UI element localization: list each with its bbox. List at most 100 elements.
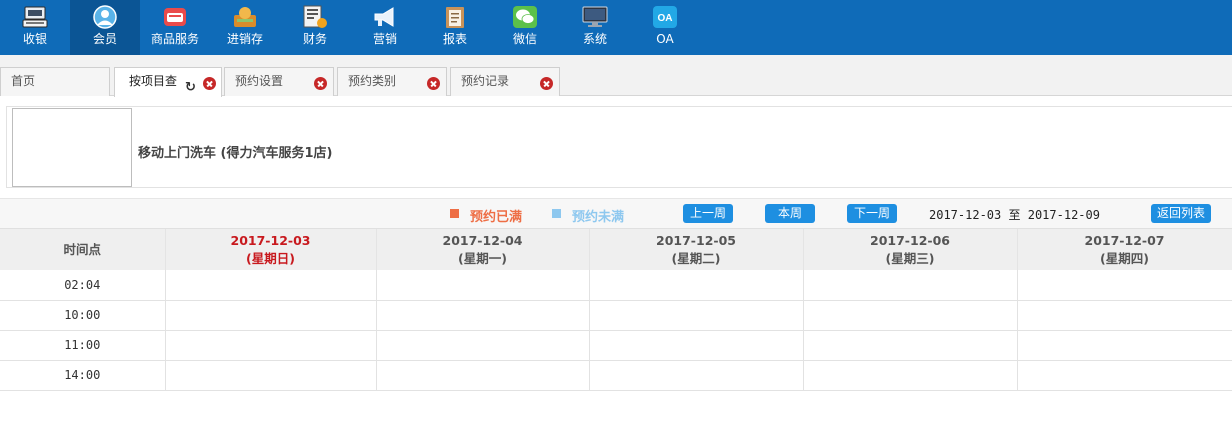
booking-slot[interactable] <box>376 300 590 331</box>
range-separator: 至 <box>1008 208 1021 222</box>
booking-slot[interactable] <box>589 330 804 361</box>
nav-item-cashier[interactable]: 收银 <box>0 0 70 55</box>
tab-label: 预约类别 <box>348 74 397 88</box>
prev-week-button[interactable]: 上一周 <box>683 204 733 223</box>
svg-text:OA: OA <box>658 13 673 24</box>
time-cell: 11:00 <box>0 330 166 361</box>
booking-slot[interactable] <box>165 300 377 331</box>
table-row: 10:00 <box>0 300 1232 331</box>
service-info: 移动上门洗车 (得力汽车服务1店) <box>6 106 1232 188</box>
monitor-icon <box>582 5 608 29</box>
finance-icon <box>302 5 328 29</box>
service-name: 移动上门洗车 (得力汽车服务1店) <box>138 146 333 161</box>
booking-slot[interactable] <box>165 270 377 301</box>
booking-slot[interactable] <box>1017 360 1232 391</box>
nav-label: 微信 <box>512 32 537 46</box>
booking-slot[interactable] <box>1017 300 1232 331</box>
next-week-button[interactable]: 下一周 <box>847 204 897 223</box>
nav-label: 系统 <box>582 32 607 46</box>
booking-slot[interactable] <box>1017 270 1232 301</box>
service-thumbnail <box>12 108 132 187</box>
booking-slot[interactable] <box>803 330 1018 361</box>
legend-full-label: 预约已满 <box>470 210 523 225</box>
day-header: 2017-12-03 (星期日) <box>165 229 377 270</box>
schedule-toolbar: 预约已满 预约未满 上一周 本周 下一周 2017-12-03 至 2017-1… <box>0 198 1232 229</box>
table-header-row: 时间点 2017-12-03 (星期日) 2017-12-04 (星期一) 20… <box>0 229 1232 270</box>
date-range: 2017-12-03 至 2017-12-09 <box>929 206 1100 223</box>
time-column-header: 时间点 <box>0 229 166 270</box>
oa-icon: OA <box>652 5 678 29</box>
back-to-list-button[interactable]: 返回列表 <box>1151 204 1211 223</box>
tab-booking-category[interactable]: 预约类别 <box>337 67 447 96</box>
booking-slot[interactable] <box>589 270 804 301</box>
top-nav: 收银 会员 商品服务 进销存 财务 营销 报表 微信 系统 OA OA <box>0 0 1232 55</box>
booking-slot[interactable] <box>803 300 1018 331</box>
booking-slot[interactable] <box>376 360 590 391</box>
day-weekday: (星期日) <box>246 250 295 266</box>
booking-slot[interactable] <box>803 360 1018 391</box>
report-icon <box>442 5 468 29</box>
table-row: 02:04 <box>0 270 1232 301</box>
day-date: 2017-12-05 <box>656 232 736 248</box>
nav-item-system[interactable]: 系统 <box>560 0 630 55</box>
time-cell: 02:04 <box>0 270 166 301</box>
member-icon <box>92 5 118 29</box>
booking-slot[interactable] <box>376 270 590 301</box>
nav-label: 收银 <box>22 32 47 46</box>
booking-slot[interactable] <box>1017 330 1232 361</box>
day-header: 2017-12-06 (星期三) <box>803 229 1018 270</box>
time-cell: 10:00 <box>0 300 166 331</box>
nav-label: 营销 <box>372 32 397 46</box>
close-icon[interactable] <box>314 77 327 90</box>
nav-item-inventory[interactable]: 进销存 <box>210 0 280 55</box>
table-row: 11:00 <box>0 330 1232 361</box>
goods-service-icon <box>162 5 188 29</box>
booking-slot[interactable] <box>589 300 804 331</box>
nav-item-goods-service[interactable]: 商品服务 <box>140 0 210 55</box>
nav-item-member[interactable]: 会员 <box>70 0 140 55</box>
tab-label: 按项目查 <box>129 74 178 88</box>
booking-slot[interactable] <box>589 360 804 391</box>
tab-label: 预约设置 <box>235 74 284 88</box>
close-icon[interactable] <box>540 77 553 90</box>
day-header: 2017-12-05 (星期二) <box>589 229 804 270</box>
booking-slot[interactable] <box>803 270 1018 301</box>
megaphone-icon <box>372 5 398 29</box>
day-weekday: (星期四) <box>1100 250 1149 266</box>
close-icon[interactable] <box>203 77 216 90</box>
booking-slot[interactable] <box>376 330 590 361</box>
booking-slot[interactable] <box>165 360 377 391</box>
close-icon[interactable] <box>427 77 440 90</box>
range-start: 2017-12-03 <box>929 208 1002 222</box>
legend-available-swatch <box>552 209 561 218</box>
nav-label: 商品服务 <box>150 32 199 46</box>
range-end: 2017-12-09 <box>1027 208 1100 222</box>
tab-booking-settings[interactable]: 预约设置 <box>224 67 334 96</box>
tab-home[interactable]: 首页 <box>0 67 110 96</box>
tab-bar: 首页 按项目查 ↻ 预约设置 预约类别 预约记录 <box>0 55 1232 97</box>
nav-label: OA <box>656 32 674 46</box>
nav-item-wechat[interactable]: 微信 <box>490 0 560 55</box>
day-weekday: (星期二) <box>671 250 721 266</box>
legend-available-label: 预约未满 <box>572 210 625 225</box>
wechat-icon <box>512 5 538 29</box>
tab-by-item[interactable]: 按项目查 ↻ <box>114 67 222 97</box>
inventory-icon <box>232 5 258 29</box>
nav-item-report[interactable]: 报表 <box>420 0 490 55</box>
day-date: 2017-12-03 <box>230 232 311 248</box>
booking-slot[interactable] <box>165 330 377 361</box>
nav-item-marketing[interactable]: 营销 <box>350 0 420 55</box>
nav-label: 财务 <box>302 32 327 46</box>
refresh-icon[interactable]: ↻ <box>185 74 196 101</box>
nav-label: 报表 <box>442 32 467 46</box>
day-weekday: (星期一) <box>458 250 507 266</box>
time-cell: 14:00 <box>0 360 166 391</box>
day-weekday: (星期三) <box>885 250 935 266</box>
nav-item-oa[interactable]: OA OA <box>630 0 700 55</box>
nav-item-finance[interactable]: 财务 <box>280 0 350 55</box>
day-date: 2017-12-07 <box>1084 232 1165 248</box>
day-header: 2017-12-04 (星期一) <box>376 229 590 270</box>
this-week-button[interactable]: 本周 <box>765 204 815 223</box>
tab-booking-records[interactable]: 预约记录 <box>450 67 560 96</box>
legend-full-swatch <box>450 209 459 218</box>
